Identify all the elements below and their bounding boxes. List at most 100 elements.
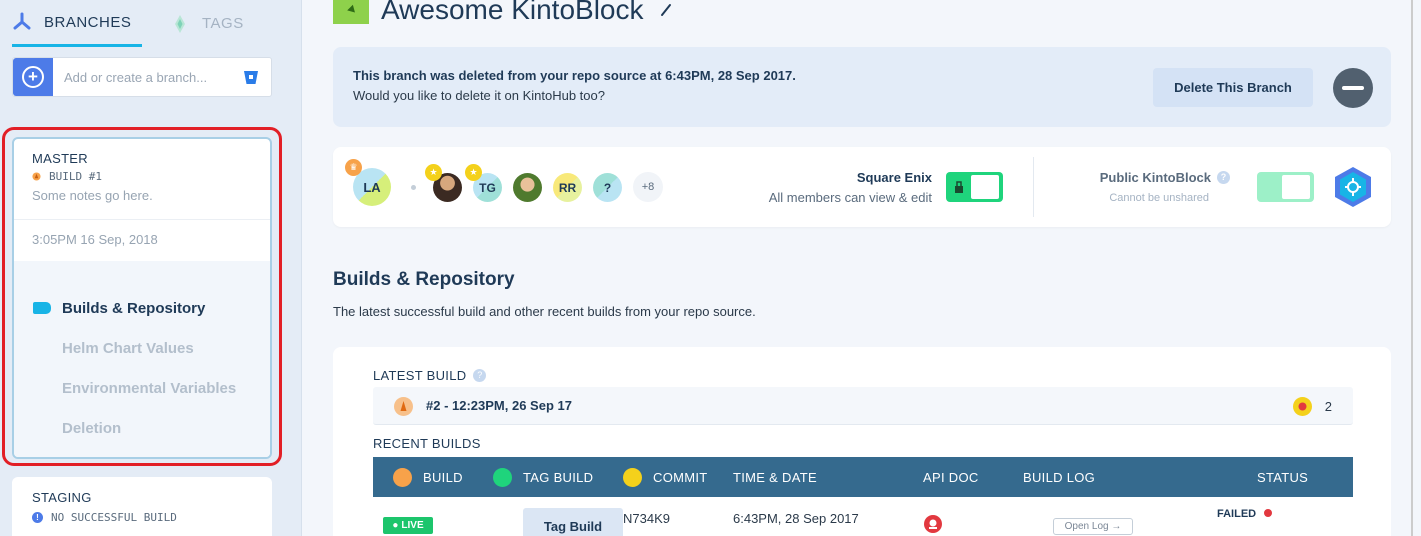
tab-branches-label: BRANCHES (44, 13, 132, 31)
more-members[interactable]: +8 (633, 172, 663, 202)
separator-dot (411, 185, 416, 190)
col-build-log: BUILD LOG (1023, 469, 1096, 485)
public-toggle[interactable] (1257, 172, 1314, 202)
build-icon (393, 467, 412, 487)
col-label: BUILD (423, 469, 463, 485)
col-time: TIME & DATE (733, 469, 817, 485)
minus-icon[interactable] (1333, 68, 1373, 108)
public-label: Public KintoBlock ? (1100, 170, 1230, 185)
avatar-photo[interactable] (513, 173, 542, 202)
branch-nav: Builds & Repository Helm Chart Values En… (14, 261, 270, 457)
tags-icon (175, 14, 185, 33)
deleted-branch-alert: This branch was deleted from your repo s… (333, 47, 1391, 127)
branch-build: ! NO SUCCESSFUL BUILD (32, 511, 272, 524)
tag-build-button[interactable]: Tag Build (523, 508, 623, 536)
main-content: Awesome KintoBlock This branch was delet… (303, 0, 1421, 536)
avatar-initials: RR (558, 180, 577, 195)
nav-label: Environmental Variables (62, 379, 237, 397)
latest-build-row[interactable]: #2 - 12:23PM, 26 Sep 17 2 (373, 387, 1353, 425)
alert-question: Would you like to delete it on KintoHub … (353, 88, 605, 103)
section-title: Builds & Repository (333, 269, 515, 290)
avatar[interactable]: RR (553, 173, 582, 202)
latest-build-count: 2 (1324, 399, 1332, 414)
plus-icon: + (22, 66, 44, 88)
branch-build-label: NO SUCCESSFUL BUILD (51, 511, 177, 524)
nav-label: Deletion (62, 419, 122, 437)
delete-branch-button[interactable]: Delete This Branch (1153, 68, 1313, 107)
branch-build: BUILD #1 (32, 170, 270, 183)
sidebar-tabs: BRANCHES TAGS (0, 0, 302, 47)
kintoblock-logo-icon (333, 0, 369, 24)
col-label: COMMIT (653, 469, 708, 485)
avatar-initials: TG (479, 180, 496, 195)
commit-icon (623, 467, 642, 487)
team-permission: All members can view & edit (768, 190, 932, 205)
table-row: #4 N734K9 6:43PM, 28 Sep 2017 FAILED (373, 497, 1353, 536)
star-icon: ★ (465, 164, 482, 181)
section-subtitle: The latest successful build and other re… (333, 304, 756, 319)
help-icon[interactable]: ? (1217, 171, 1230, 184)
crown-icon: ♛ (345, 159, 362, 176)
branch-card-staging[interactable]: STAGING ! NO SUCCESSFUL BUILD (12, 477, 272, 536)
builds-table-header: BUILD TAG BUILD COMMIT TIME & DATE API D… (373, 457, 1353, 497)
add-branch-button[interactable]: + (13, 58, 53, 96)
live-label: LIVE (401, 520, 424, 531)
bitbucket-icon[interactable] (242, 68, 260, 86)
nav-helm-chart-values[interactable]: Helm Chart Values (14, 328, 270, 368)
tab-tags[interactable]: TAGS (170, 0, 280, 47)
build-status: FAILED (1217, 508, 1273, 520)
branch-card-header: MASTER BUILD #1 Some notes go here. (14, 139, 270, 219)
build-time: 6:43PM, 28 Sep 2017 (733, 511, 859, 526)
build-flame-icon (32, 172, 41, 181)
page-title: Awesome KintoBlock (381, 0, 644, 25)
tab-tags-label: TAGS (202, 15, 244, 32)
lock-icon (955, 181, 963, 193)
tab-branches[interactable]: BRANCHES (12, 0, 142, 47)
branch-search-input[interactable] (53, 69, 233, 85)
status-failed-dot (1264, 509, 1273, 517)
branches-icon (13, 12, 31, 30)
avatar-initials: ? (603, 180, 612, 195)
branch-card-master[interactable]: MASTER BUILD #1 Some notes go here. 3:05… (12, 137, 272, 459)
branch-build-label: BUILD #1 (49, 170, 102, 183)
public-sub: Cannot be unshared (1109, 192, 1209, 204)
open-log-button[interactable]: Open Log → (1053, 518, 1133, 535)
arrow-right-icon: → (1111, 521, 1122, 532)
kintoblock-hex-icon (1335, 167, 1371, 207)
latest-build-label: LATEST BUILD ? (373, 368, 487, 383)
help-icon[interactable]: ? (473, 369, 487, 382)
branch-name: MASTER (32, 151, 88, 166)
nav-deletion[interactable]: Deletion (14, 408, 270, 448)
open-log-label: Open Log (1064, 521, 1109, 532)
title-row: Awesome KintoBlock (333, 0, 674, 30)
status-label: FAILED (1217, 508, 1257, 520)
public-label-text: Public KintoBlock (1099, 170, 1211, 185)
info-icon: ! (32, 512, 43, 523)
nav-label: Helm Chart Values (62, 339, 194, 357)
active-tag-icon (33, 302, 51, 314)
recent-builds-label: RECENT BUILDS (373, 436, 481, 451)
col-build: BUILD (393, 457, 463, 497)
avatar-initials: LA (363, 179, 381, 195)
avatar[interactable]: ? (593, 173, 622, 202)
alert-message: This branch was deleted from your repo s… (353, 68, 796, 83)
branch-name: STAGING (32, 490, 92, 505)
branch-notes: Some notes go here. (32, 188, 153, 203)
sidebar: BRANCHES TAGS + MASTER BUILD (0, 0, 302, 536)
col-status: STATUS (1257, 469, 1309, 485)
api-doc-error-icon[interactable] (923, 514, 943, 534)
window-edge (1411, 0, 1413, 536)
edit-icon[interactable] (658, 2, 674, 18)
nav-environmental-variables[interactable]: Environmental Variables (14, 368, 270, 408)
col-api-doc: API DOC (923, 469, 979, 485)
nav-builds-repository[interactable]: Builds & Repository (14, 288, 270, 328)
team-name: Square Enix (856, 170, 932, 185)
live-badge: ● LIVE (383, 517, 433, 534)
commit-icon (1293, 397, 1312, 416)
branch-timestamp: 3:05PM 16 Sep, 2018 (14, 219, 270, 261)
members-card: LA ♛ ★ TG ★ RR ? +8 Square Enix All memb… (333, 147, 1391, 227)
latest-build-text: #2 - 12:23PM, 26 Sep 17 (426, 398, 572, 413)
nav-label: Builds & Repository (62, 299, 206, 317)
build-icon (394, 397, 413, 416)
team-edit-toggle[interactable] (946, 172, 1003, 202)
